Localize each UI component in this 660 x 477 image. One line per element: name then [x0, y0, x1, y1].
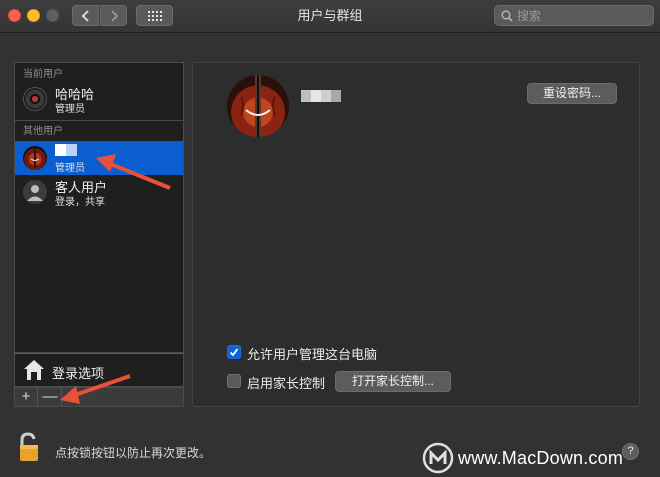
- guest-user-row[interactable]: 客人用户 登录，共享: [15, 175, 183, 209]
- login-options-label: 登录选项: [52, 366, 105, 381]
- current-user-avatar: [23, 87, 47, 111]
- current-user-role: 管理员: [55, 104, 85, 115]
- macdown-logo-icon: [422, 442, 454, 474]
- current-users-header: 当前用户: [23, 69, 63, 80]
- allow-admin-row: 允许用户管理这台电脑: [227, 343, 427, 362]
- lock-icon[interactable]: [18, 432, 40, 462]
- add-user-button[interactable]: +: [15, 388, 38, 406]
- violin-avatar-large[interactable]: [227, 75, 289, 137]
- open-parental-controls-button[interactable]: 打开家长控制...: [335, 371, 451, 392]
- selected-user-role: 管理员: [55, 163, 85, 174]
- watermark-text: www.MacDown.com: [458, 448, 624, 468]
- parental-controls-label: 启用家长控制: [247, 376, 326, 391]
- search-field[interactable]: [494, 5, 654, 26]
- user-detail-panel: 重设密码... 允许用户管理这台电脑 启用家长控制 打开家长控制...: [192, 62, 640, 407]
- help-button[interactable]: ?: [622, 443, 639, 460]
- parental-controls-checkbox[interactable]: [227, 374, 241, 388]
- pixelated-name: [55, 144, 77, 156]
- house-icon: [24, 360, 44, 380]
- remove-user-button[interactable]: —: [39, 388, 62, 406]
- lock-hint-text: 点按锁按钮以防止再次更改。: [55, 446, 212, 460]
- users-sidebar: 当前用户 哈哈哈 管理员 其他用户 管理员 客人用户 登录，共享: [14, 62, 184, 353]
- title-bar: 用户与群组: [0, 0, 660, 33]
- divider: [15, 120, 183, 121]
- checkmark-icon: [229, 348, 239, 357]
- add-remove-bar: + —: [14, 387, 184, 407]
- other-user-row-selected[interactable]: 管理员: [15, 141, 183, 175]
- login-options-button[interactable]: 登录选项: [14, 353, 184, 387]
- allow-admin-label: 允许用户管理这台电脑: [247, 347, 378, 362]
- violin-avatar-small: [23, 146, 47, 170]
- pixelated-full-name: [301, 90, 341, 102]
- allow-admin-checkbox[interactable]: [227, 345, 241, 359]
- guest-user-role: 登录，共享: [55, 197, 105, 208]
- guest-user-icon: [23, 180, 47, 204]
- current-user-row[interactable]: 哈哈哈 管理员: [15, 82, 183, 116]
- search-input[interactable]: [517, 7, 647, 24]
- search-icon: [501, 10, 513, 22]
- reset-password-button[interactable]: 重设密码...: [527, 83, 617, 104]
- other-users-header: 其他用户: [23, 126, 63, 137]
- parental-controls-row: 启用家长控制: [227, 372, 337, 391]
